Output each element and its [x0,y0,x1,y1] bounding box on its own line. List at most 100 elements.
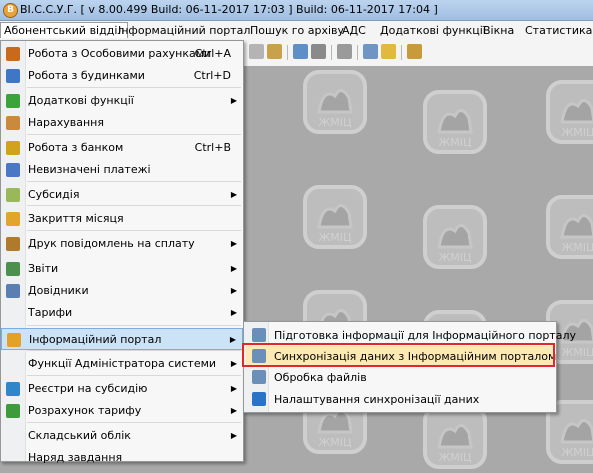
submenu-arrow-icon: ▶ [230,286,237,295]
toolbar-exit-icon[interactable] [407,44,422,59]
dropdown-item-17[interactable]: Складський облік ▶ [1,425,243,447]
money-bag-icon [6,404,20,418]
submenu-arrow-icon: ▶ [230,406,237,415]
dropdown-item-18[interactable]: Наряд завдання [1,447,243,469]
svg-text:ЖМІЦ: ЖМІЦ [561,126,593,139]
dropdown-item-3[interactable]: Додаткові функції ▶ [1,90,243,112]
watermark-logo-icon: ЖМІЦ [540,76,593,158]
menu-statistics[interactable]: Статистика [522,23,593,38]
menu-windows[interactable]: Вікна [480,23,517,38]
dropdown-item-label: Нарахування [28,116,104,129]
dropdown-item-label: Довідники [28,284,89,297]
menu-info-portal[interactable]: Інформаційний портал [115,23,253,38]
dropdown-item-10[interactable]: Звіти ▶ [1,258,243,280]
dropdown-item-label: Субсидія [28,188,80,201]
people-icon [6,47,20,61]
info-portal-submenu: Підготовка інформації для Інформаційного… [243,321,576,413]
dropdown-item-14[interactable]: Функції Адміністратора системи ▶ [1,353,243,375]
house-icon [6,69,20,83]
watermark-logo-icon: ЖМІЦ [297,66,379,148]
money-question-icon [6,163,20,177]
dropdown-item-2[interactable]: Робота з будинками Ctrl+D [1,65,243,87]
dropdown-item-label: Звіти [28,262,59,275]
menu-bar: Абонентський відділ Інформаційний портал… [0,21,593,41]
watermark-logo-icon: ЖМІЦ [540,191,593,273]
shortcut-label: Ctrl+B [194,141,231,154]
dropdown-item-8[interactable]: Закриття місяця [1,208,243,230]
menu-separator [27,134,241,135]
files-icon [252,370,266,384]
title-bar: В ВІ.С.С.У.Г. [ v 8.00.499 Build: 06-11-… [0,0,593,21]
toolbar-separator [287,45,288,60]
dropdown-item-4[interactable]: Нарахування [1,112,243,134]
menu-ads[interactable]: АДС [339,23,369,38]
dropdown-item-13[interactable]: Інформаційний портал ▶ [1,328,243,350]
menu-separator [27,375,241,376]
dropdown-item-7[interactable]: Субсидія ▶ [1,184,243,206]
toolbar-chat-icon[interactable] [381,44,396,59]
dropdown-item-label: Складський облік [28,429,131,442]
submenu-item-label: Налаштування синхронізації даних [274,393,480,406]
registry-icon [6,382,20,396]
toolbar-calc-icon[interactable] [311,44,326,59]
submenu-item-label: Обробка файлів [274,371,367,384]
dropdown-item-1[interactable]: Робота з Особовими рахунками Ctrl+A [1,43,243,65]
menu-subscriber-dept[interactable]: Абонентський відділ [0,22,129,38]
menu-separator [27,230,241,231]
toolbar-doc-icon[interactable] [249,44,264,59]
svg-text:ЖМІЦ: ЖМІЦ [438,136,472,149]
shortcut-label: Ctrl+A [194,47,231,60]
plus-icon [6,94,20,108]
submenu-arrow-icon: ▶ [230,239,237,248]
menu-separator [27,422,241,423]
clock-icon [6,212,20,226]
dropdown-item-label: Функції Адміністратора системи [28,357,217,370]
svg-text:ЖМІЦ: ЖМІЦ [561,241,593,254]
book-icon [6,284,20,298]
dropdown-item-9[interactable]: Друк повідомлень на сплату ▶ [1,233,243,255]
settings-globe-icon [252,392,266,406]
toolbar-window-icon[interactable] [363,44,378,59]
menu-additional-functions[interactable]: Додаткові функції [377,23,489,38]
toolbar [243,40,593,67]
toolbar-search-icon[interactable] [293,44,308,59]
globe-icon [7,333,21,347]
svg-text:ЖМІЦ: ЖМІЦ [438,251,472,264]
dropdown-item-16[interactable]: Розрахунок тарифу ▶ [1,400,243,422]
svg-text:ЖМІЦ: ЖМІЦ [561,446,593,459]
watermark-logo-icon: ЖМІЦ [297,181,379,263]
submenu-arrow-icon: ▶ [230,190,237,199]
submenu-item-3[interactable]: Обробка файлів [246,367,554,388]
submenu-arrow-icon: ▶ [230,384,237,393]
svg-text:ЖМІЦ: ЖМІЦ [561,346,593,359]
highlight-annotation-frame [242,343,555,367]
toolbar-separator [331,45,332,60]
toolbar-separator [401,45,402,60]
app-logo-icon: В [3,3,18,18]
submenu-item-4[interactable]: Налаштування синхронізації даних [246,389,554,410]
menu-separator [27,181,241,182]
dropdown-item-label: Друк повідомлень на сплату [28,237,195,250]
dropdown-item-12[interactable]: Тарифи ▶ [1,302,243,324]
calculator-icon [6,116,20,130]
menu-separator [27,87,241,88]
dropdown-item-15[interactable]: Реєстри на субсидію ▶ [1,378,243,400]
dropdown-item-label: Невизначені платежі [28,163,151,176]
toolbar-folder-icon[interactable] [267,44,282,59]
submenu-arrow-icon: ▶ [230,431,237,440]
menu-archive-search[interactable]: Пошук го архіву [247,23,347,38]
submenu-arrow-icon: ▶ [230,264,237,273]
watermark-logo-icon: ЖМІЦ [417,86,499,168]
dropdown-item-label: Закриття місяця [28,212,124,225]
print-icon [6,237,20,251]
subscriber-dept-dropdown: Робота з Особовими рахунками Ctrl+A Робота… [0,40,244,464]
dropdown-item-11[interactable]: Довідники ▶ [1,280,243,302]
dropdown-item-6[interactable]: Невизначені платежі [1,159,243,181]
toolbar-report-icon[interactable] [337,44,352,59]
dropdown-item-5[interactable]: Робота з банком Ctrl+B [1,137,243,159]
svg-text:ЖМІЦ: ЖМІЦ [318,231,352,244]
toolbar-separator [357,45,358,60]
window-title: ВІ.С.С.У.Г. [ v 8.00.499 Build: 06-11-20… [20,3,438,16]
svg-text:ЖМІЦ: ЖМІЦ [438,451,472,464]
dropdown-item-label: Робота з банком [28,141,124,154]
